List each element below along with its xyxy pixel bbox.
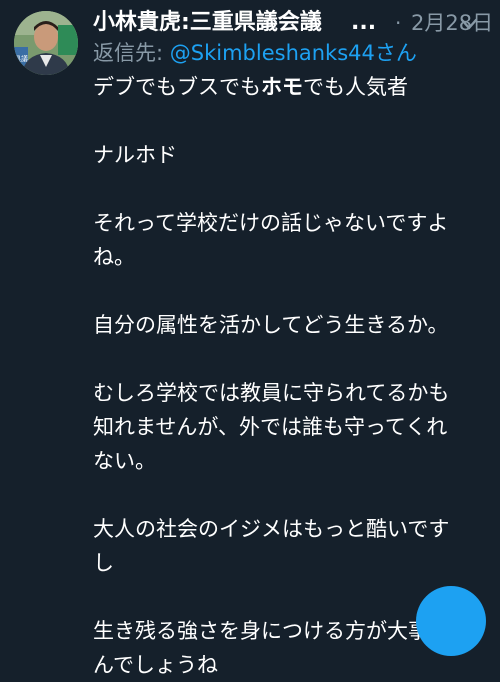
avatar-sign-text: 県議 [14, 54, 28, 63]
tweet-date[interactable]: 2月28日 [411, 8, 493, 38]
tweet-line: ナルホド [93, 143, 177, 167]
tweet-line: それって学校だけの話じゃないですよ [93, 211, 449, 235]
tweet-line: し [93, 551, 114, 575]
compose-tweet-fab[interactable] [416, 586, 486, 656]
tweet-line: 知れませんが、外では誰も守ってくれ [93, 415, 448, 439]
tweet-line: デブでもブスでもホモでも人気者 [93, 70, 478, 104]
tweet-header: 小林貴虎:三重県議会議 ... · 2月28日 [93, 8, 493, 38]
reply-label: 返信先: [93, 41, 164, 65]
tweet-line-segment: でも人気者 [303, 75, 408, 99]
reply-handle-link[interactable]: @Skimbleshanks44さん [170, 41, 417, 65]
header-separator: · [395, 11, 402, 35]
tweet-line: 大人の社会のイジメはもっと酷いです [93, 517, 450, 541]
author-name-truncation: ... [351, 10, 377, 35]
avatar-image: 県議 [14, 11, 78, 75]
tweet-line: むしろ学校では教員に守られてるかも [93, 381, 450, 405]
tweet[interactable]: 県議 小林貴虎:三重県議会議 ... · 2月28日 返信先: @Skimble… [0, 0, 500, 677]
tweet-bold-word: ホモ [261, 75, 303, 99]
tweet-line: ね。 [93, 245, 135, 269]
tweet-line: んでしょうね [93, 653, 218, 677]
tweet-line: ない。 [93, 449, 156, 473]
tweet-text: デブでもブスでもホモでも人気者 ナルホド それって学校だけの話じゃないですよ ね… [93, 70, 478, 682]
chevron-down-icon[interactable] [458, 13, 480, 35]
author-avatar[interactable]: 県議 [14, 11, 78, 75]
tweet-line: 自分の属性を活かしてどう生きるか。 [93, 313, 449, 337]
author-name[interactable]: 小林貴虎:三重県議会議 [93, 8, 353, 38]
reply-context: 返信先: @Skimbleshanks44さん [93, 38, 417, 68]
tweet-line-segment: デブでもブスでも [93, 75, 261, 99]
